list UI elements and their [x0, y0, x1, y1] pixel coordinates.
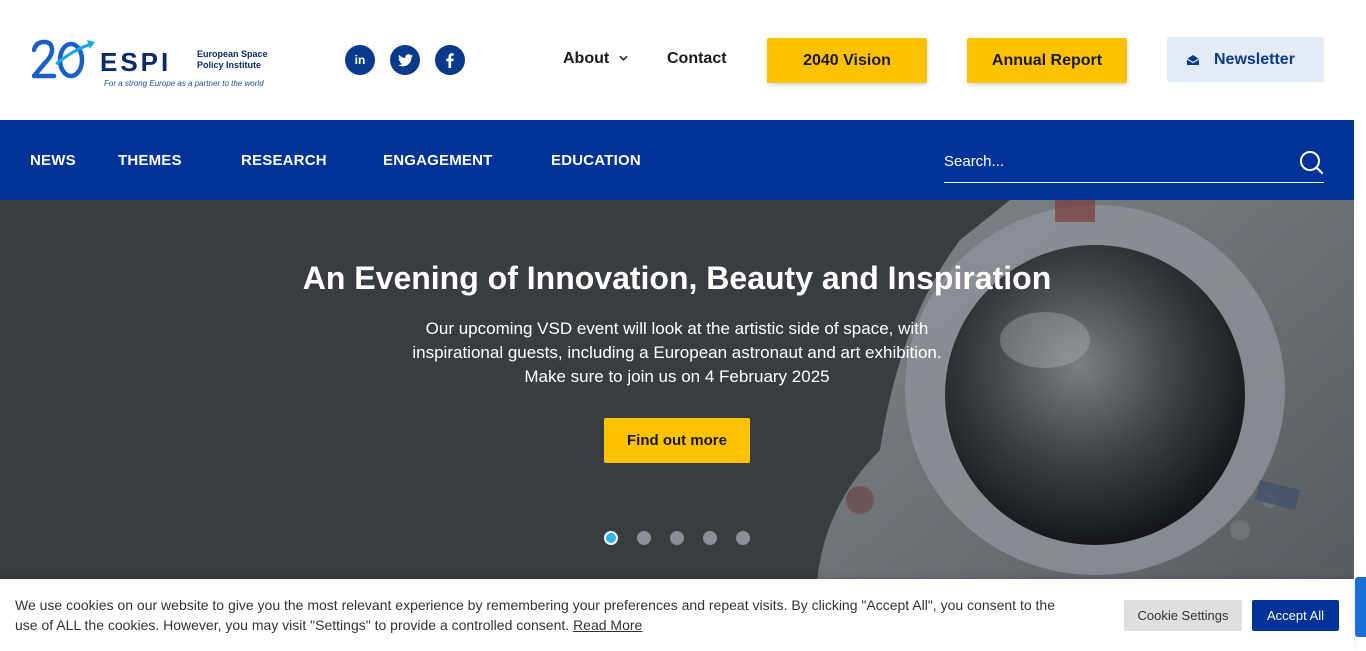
- linkedin-icon: in: [354, 53, 366, 67]
- envelope-icon: [1186, 54, 1200, 66]
- logo-tagline: For a strong Europe as a partner to the …: [104, 79, 264, 88]
- twitter-icon: [397, 53, 413, 66]
- newsletter-button[interactable]: Newsletter: [1167, 37, 1324, 82]
- slider-pagination: [604, 531, 750, 545]
- slide-dot-2[interactable]: [637, 531, 651, 545]
- side-tab[interactable]: [1355, 577, 1366, 637]
- about-menu[interactable]: About: [563, 50, 609, 68]
- nav-item-education[interactable]: EDUCATION: [551, 152, 641, 169]
- top-header: ESPI European Space Policy Institute For…: [0, 0, 1354, 120]
- read-more-link[interactable]: Read More: [573, 617, 642, 633]
- espi-logo[interactable]: ESPI European Space Policy Institute For…: [32, 38, 277, 94]
- nav-item-engagement[interactable]: ENGAGEMENT: [383, 152, 493, 169]
- newsletter-label: Newsletter: [1214, 50, 1295, 68]
- twitter-link[interactable]: [390, 45, 420, 75]
- logo-subtitle-line1: European Space: [197, 49, 268, 59]
- facebook-icon: [446, 52, 454, 68]
- annual-report-button[interactable]: Annual Report: [967, 38, 1127, 83]
- linkedin-link[interactable]: in: [345, 45, 375, 75]
- logo-subtitle-line2: Policy Institute: [197, 60, 262, 70]
- cookie-message: We use cookies on our website to give yo…: [15, 595, 1075, 635]
- main-navigation: NEWS THEMES RESEARCH ENGAGEMENT EDUCATIO…: [0, 120, 1354, 200]
- slide-dot-4[interactable]: [703, 531, 717, 545]
- hero-text-line: Our upcoming VSD event will look at the …: [425, 319, 929, 338]
- slide-dot-3[interactable]: [670, 531, 684, 545]
- hero-description: Our upcoming VSD event will look at the …: [0, 317, 1354, 389]
- vision-2040-button[interactable]: 2040 Vision: [767, 38, 927, 83]
- nav-item-research[interactable]: RESEARCH: [241, 152, 327, 169]
- nav-item-themes[interactable]: THEMES: [118, 152, 182, 169]
- cookie-text: We use cookies on our website to give yo…: [15, 597, 1055, 633]
- accept-all-button[interactable]: Accept All: [1252, 600, 1339, 631]
- cookie-settings-button[interactable]: Cookie Settings: [1124, 600, 1242, 631]
- slide-dot-5[interactable]: [736, 531, 750, 545]
- hero-title: An Evening of Innovation, Beauty and Ins…: [302, 260, 1052, 296]
- facebook-link[interactable]: [435, 45, 465, 75]
- find-out-more-button[interactable]: Find out more: [604, 418, 750, 463]
- search-box: [944, 143, 1324, 183]
- search-input[interactable]: [944, 143, 1284, 179]
- hero-text-line: Make sure to join us on 4 February 2025: [524, 367, 830, 386]
- hero-text-line: inspirational guests, including a Europe…: [412, 343, 942, 362]
- contact-link[interactable]: Contact: [667, 50, 727, 68]
- nav-item-news[interactable]: NEWS: [30, 152, 76, 169]
- search-icon[interactable]: [1299, 150, 1324, 175]
- chevron-down-icon[interactable]: [619, 55, 628, 61]
- cookie-consent-bar: We use cookies on our website to give yo…: [0, 579, 1354, 651]
- slide-dot-1[interactable]: [604, 531, 618, 545]
- logo-name: ESPI: [100, 47, 172, 77]
